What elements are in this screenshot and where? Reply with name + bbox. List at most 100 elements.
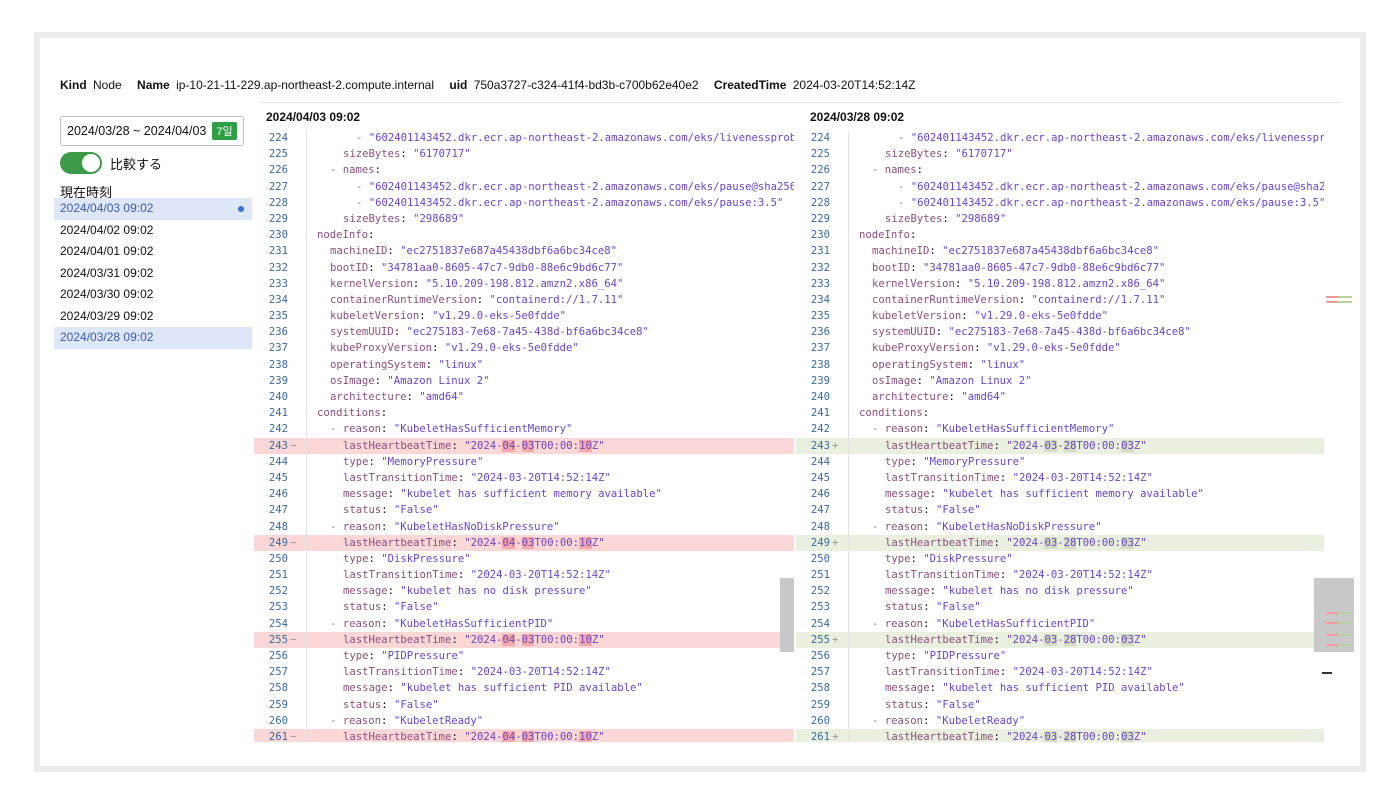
diff-marker (290, 357, 300, 373)
diff-marker (290, 276, 300, 292)
code-text: type: "DiskPressure" (300, 551, 471, 567)
line-number: 238 (810, 358, 830, 371)
diff-marker (832, 292, 842, 308)
diff-marker (832, 227, 842, 243)
right-pane-title: 2024/03/28 09:02 (810, 110, 905, 124)
yaml-key: lastTransitionTime (885, 569, 1000, 582)
diff-marker (832, 519, 842, 535)
list-dash: - (872, 617, 885, 630)
line-number: 235 (268, 310, 288, 323)
yaml-value: "602401143452.dkr.ecr.ap-northeast-2.ama… (368, 196, 784, 209)
diff-marker (290, 308, 300, 324)
code-text: type: "PIDPressure" (842, 648, 1006, 664)
diff-marker (290, 405, 300, 421)
indent-guide (306, 130, 307, 742)
yaml-colon: : (923, 617, 936, 630)
created-label: CreatedTime (713, 78, 787, 92)
code-line: 232 bootID: "34781aa0-8605-47c7-9db0-88e6… (796, 260, 1324, 276)
left-scrollbar-thumb[interactable] (780, 578, 794, 652)
yaml-value: "602401143452.dkr.ecr.ap-northeast-2.ama… (910, 180, 1324, 193)
snapshot-item[interactable]: 2024/03/28 09:02 (54, 327, 252, 349)
snapshot-item[interactable]: 2024/04/01 09:02 (54, 241, 252, 263)
code-line: 232 bootID: "34781aa0-8605-47c7-9db0-88e6… (254, 260, 794, 276)
yaml-colon: : (999, 569, 1013, 582)
line-number: 242 (268, 423, 288, 436)
code-line: 258 message: "kubelet has sufficient PID … (254, 680, 794, 696)
diff-marker: + (832, 439, 839, 452)
value-segment: Z" (591, 730, 605, 742)
diff-marker (832, 664, 842, 680)
changed-segment: 03 (521, 536, 535, 549)
yaml-colon: : (387, 585, 401, 598)
code-line: 253 status: "False" (254, 599, 794, 615)
yaml-value: "2024-03-20T14:52:14Z" (470, 471, 611, 484)
code-line: 228 - "602401143452.dkr.ecr.ap-northeast-… (254, 195, 794, 211)
snapshot-item[interactable]: 2024/04/03 09:02 (54, 198, 252, 220)
created-value: 2024-03-20T14:52:14Z (792, 78, 916, 92)
line-number: 233 (268, 277, 288, 290)
line-number: 249 (810, 536, 830, 549)
code-line: 246 message: "kubelet has sufficient memo… (796, 486, 1324, 502)
code-line: 230 nodeInfo: (796, 227, 1324, 243)
line-number: 255 (810, 633, 830, 646)
yaml-colon: : (910, 650, 924, 662)
yaml-value: "v1.29.0-eks-5e0fdde" (444, 342, 579, 355)
code-line: 234 containerRuntimeVersion: "containerd:… (254, 292, 794, 308)
code-line: 230 nodeInfo: (254, 227, 794, 243)
value-segment: Z" (591, 633, 605, 646)
yaml-colon: : (923, 423, 936, 436)
code-line: 243− lastHeartbeatTime: "2024-04-03T00:00… (254, 437, 794, 454)
diff-marker (832, 243, 842, 259)
line-number: 246 (268, 488, 288, 501)
code-text: status: "False" (842, 599, 981, 615)
yaml-colon: : (425, 358, 439, 371)
diff-marker (290, 486, 300, 502)
code-text: lastHeartbeatTime: "2024-04-03T00:00:10Z… (300, 535, 605, 551)
yaml-key: lastTransitionTime (885, 666, 1000, 679)
compare-toggle[interactable] (60, 152, 102, 174)
line-number: 244 (268, 455, 288, 468)
yaml-colon: : (993, 633, 1007, 646)
code-line: 231 machineID: "ec2751837e687a45438dbf6a6… (796, 243, 1324, 259)
code-line: 241 conditions: (254, 405, 794, 421)
date-range-picker[interactable]: 2024/03/28 ~ 2024/04/03 7일 (60, 116, 244, 146)
diff-marker (290, 179, 300, 195)
code-line: 254 - reason: "KubeletHasSufficientPID" (796, 616, 1324, 632)
yaml-key: lastTransitionTime (343, 471, 458, 484)
minimap-viewport[interactable] (1314, 578, 1354, 652)
code-line: 261− lastHeartbeatTime: "2024-04-03T00:00… (254, 728, 794, 742)
code-line: 243 + lastHeartbeatTime: "2024-03-28T00:00… (796, 437, 1324, 454)
value-segment: Z" (1133, 536, 1147, 549)
right-diff-pane[interactable]: 224 - "602401143452.dkr.ecr.ap-northeast-… (796, 130, 1324, 742)
code-line: 239 osImage: "Amazon Linux 2" (796, 373, 1324, 389)
changed-segment: 10 (579, 633, 592, 646)
changed-segment: 28 (1063, 439, 1077, 452)
yaml-key: lastTransitionTime (343, 666, 458, 679)
yaml-value: "DiskPressure" (923, 552, 1013, 565)
code-line: 225 sizeBytes: "6170717" (796, 146, 1324, 162)
code-line: 256 type: "PIDPressure" (796, 648, 1324, 664)
snapshot-item[interactable]: 2024/03/31 09:02 (54, 263, 252, 285)
left-diff-pane[interactable]: 224 - "602401143452.dkr.ecr.ap-northeast-… (254, 130, 794, 742)
yaml-colon: : (993, 730, 1007, 742)
yaml-value: "602401143452.dkr.ecr.ap-northeast-2.ama… (368, 180, 794, 193)
line-number: 248 (810, 520, 830, 533)
snapshot-item[interactable]: 2024/04/02 09:02 (54, 220, 252, 242)
line-number: 242 (810, 423, 830, 436)
code-text: - reason: "KubeletHasSufficientPID" (842, 616, 1095, 632)
yaml-key: reason (342, 520, 382, 533)
code-line: 260 - reason: "KubeletReady" (796, 713, 1324, 729)
yaml-value: "v1.29.0-eks-5e0fdde" (974, 310, 1108, 323)
line-number: 240 (810, 391, 830, 403)
yaml-colon: : (922, 407, 936, 420)
value-segment: T00:00: (534, 439, 580, 452)
changed-segment: 03 (1121, 633, 1134, 646)
yaml-key: osImage (872, 374, 917, 387)
snapshot-item[interactable]: 2024/03/29 09:02 (54, 306, 252, 328)
list-dash: - (872, 714, 885, 727)
value-segment: - (1057, 730, 1064, 742)
diff-marker (290, 680, 300, 696)
changed-segment: 10 (579, 536, 592, 549)
snapshot-item[interactable]: 2024/03/30 09:02 (54, 284, 252, 306)
code-line: 224 - "602401143452.dkr.ecr.ap-northeast-… (254, 130, 794, 146)
